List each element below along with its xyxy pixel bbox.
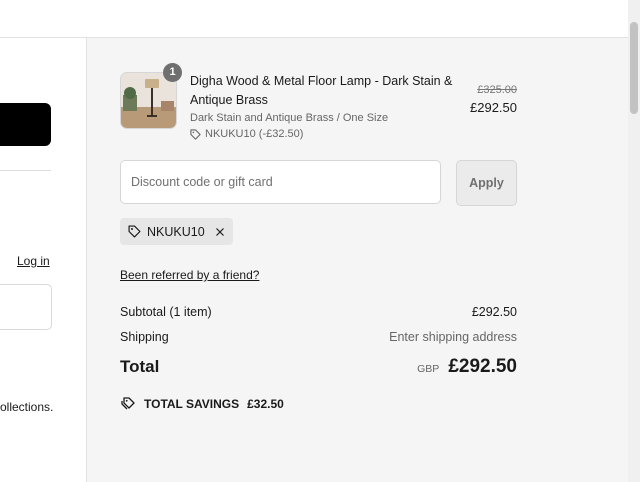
- subtotal-value: £292.50: [471, 305, 517, 319]
- scrollbar-thumb[interactable]: [630, 22, 638, 114]
- product-code-text: NKUKU10 (-£32.50): [205, 128, 304, 140]
- close-icon[interactable]: [215, 227, 225, 237]
- tag-icon: [190, 128, 201, 140]
- savings-tag-icon: [121, 397, 135, 410]
- discount-code-input[interactable]: [120, 160, 441, 204]
- total-value: GBP £292.50: [417, 356, 517, 378]
- currency-code: GBP: [417, 363, 440, 375]
- applied-code-label: NKUKU10: [147, 224, 205, 239]
- total-amount: £292.50: [448, 356, 517, 377]
- product-title: Digha Wood & Metal Floor Lamp - Dark Sta…: [190, 74, 453, 107]
- apply-button[interactable]: Apply: [456, 160, 517, 206]
- shipping-label: Shipping: [120, 330, 169, 344]
- product-variant: Dark Stain and Antique Brass / One Size: [190, 112, 389, 124]
- tag-icon: [128, 225, 141, 238]
- subtotal-label: Subtotal (1 item): [120, 305, 212, 319]
- top-bar: [0, 0, 628, 38]
- product-discount-code: NKUKU10 (-£32.50): [190, 128, 303, 140]
- scrollbar[interactable]: [628, 0, 640, 482]
- current-price: £292.50: [470, 100, 517, 115]
- referral-link[interactable]: Been referred by a friend?: [120, 268, 259, 282]
- savings-value: £32.50: [247, 397, 284, 411]
- total-label: Total: [120, 357, 160, 376]
- divider: [0, 170, 51, 171]
- total-savings: TOTAL SAVINGS £32.50: [120, 397, 284, 411]
- shipping-value: Enter shipping address: [389, 330, 517, 344]
- express-checkout-button[interactable]: [0, 103, 51, 146]
- login-link[interactable]: Log in: [17, 254, 50, 268]
- collections-text: ollections.: [0, 400, 54, 414]
- savings-label: TOTAL SAVINGS: [144, 397, 240, 411]
- contact-input[interactable]: [0, 284, 52, 330]
- quantity-badge: 1: [163, 63, 182, 82]
- lamp-image-icon: [121, 73, 176, 128]
- original-price: £325.00: [477, 84, 517, 96]
- left-checkout-panel: Log in ollections.: [0, 38, 86, 482]
- applied-discount-chip: NKUKU10: [120, 218, 233, 245]
